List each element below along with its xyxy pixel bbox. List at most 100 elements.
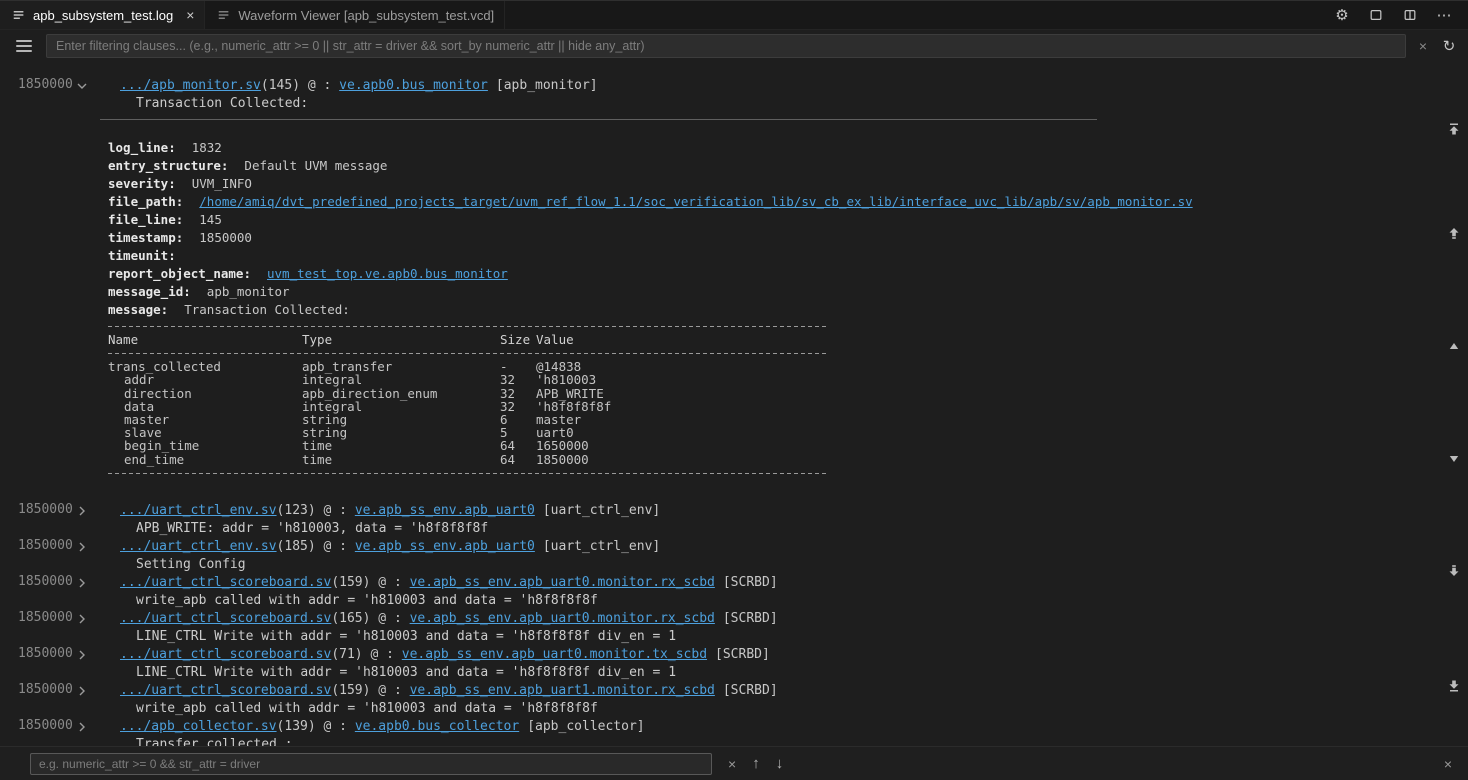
chevron-right-icon[interactable] — [76, 541, 88, 553]
detail-field: timeunit: — [108, 247, 1118, 265]
file-link[interactable]: .../apb_monitor.sv — [120, 78, 261, 93]
split-editor-icon[interactable] — [1402, 7, 1418, 23]
chevron-right-icon[interactable] — [76, 721, 88, 733]
entry-message: APB_WRITE: addr = 'h810003, data = 'h8f8… — [120, 520, 1468, 538]
log-entry: 1850000 .../uart_ctrl_scoreboard.sv(71) … — [0, 646, 1468, 682]
chevron-right-icon[interactable] — [76, 613, 88, 625]
nav-last-icon[interactable] — [1446, 678, 1462, 694]
log-content: 1850000 .../apb_monitor.sv(145) @ : ve.a… — [0, 63, 1468, 746]
find-close-icon[interactable]: × — [1444, 756, 1452, 772]
file-link[interactable]: .../uart_ctrl_scoreboard.sv — [120, 647, 331, 662]
report-object-name-link[interactable]: uvm_test_top.ve.apb0.bus_monitor — [267, 266, 508, 281]
detail-field: severity:UVM_INFO — [108, 175, 1118, 193]
report-object-link[interactable]: ve.apb_ss_env.apb_uart0.monitor.tx_scbd — [402, 647, 707, 662]
scroll-down-icon[interactable] — [1446, 451, 1462, 467]
tab-log-file[interactable]: apb_subsystem_test.log × — [0, 1, 205, 29]
report-object-link[interactable]: ve.apb_ss_env.apb_uart1.monitor.rx_scbd — [410, 683, 715, 698]
layout-icon[interactable] — [1368, 7, 1384, 23]
table-row: dataintegral32'h8f8f8f8f — [108, 400, 1118, 413]
file-link[interactable]: .../uart_ctrl_env.sv — [120, 503, 277, 518]
entry-timestamp: 1850000 — [18, 502, 73, 517]
log-entry: 1850000 .../uart_ctrl_env.sv(123) @ : ve… — [0, 502, 1468, 538]
file-line-ref: (145) — [261, 78, 300, 93]
table-header-row: Name Type Size Value — [108, 333, 1118, 346]
entry-message: LINE_CTRL Write with addr = 'h810003 and… — [120, 664, 1468, 682]
filter-clear-icon[interactable]: × — [1410, 38, 1436, 54]
tab-close-icon[interactable]: × — [186, 8, 194, 22]
tab-label: Waveform Viewer [apb_subsystem_test.vcd] — [238, 8, 494, 23]
chevron-right-icon[interactable] — [76, 649, 88, 661]
entry-meta: 1850000 — [0, 77, 120, 95]
report-object-link[interactable]: ve.apb_ss_env.apb_uart0 — [355, 503, 535, 518]
entry-timestamp: 1850000 — [18, 574, 73, 589]
file-link[interactable]: .../apb_collector.sv — [120, 719, 277, 734]
table-row: begin_timetime641650000 — [108, 439, 1118, 452]
entry-message: Transaction Collected: — [120, 95, 1468, 113]
chevron-right-icon[interactable] — [76, 577, 88, 589]
log-entry: 1850000 .../uart_ctrl_scoreboard.sv(159)… — [0, 682, 1468, 718]
log-entry: 1850000 .../uart_ctrl_env.sv(185) @ : ve… — [0, 538, 1468, 574]
filter-menu-icon[interactable] — [16, 40, 32, 52]
editor-actions: ⚙ ⋯ — [1334, 1, 1468, 29]
table-dashed-separator — [108, 473, 826, 474]
table-row: end_timetime641850000 — [108, 453, 1118, 466]
filter-input[interactable] — [46, 34, 1406, 58]
detail-field: file_path:/home/amiq/dvt_predefined_proj… — [108, 193, 1118, 211]
detail-field: message_id:apb_monitor — [108, 283, 1118, 301]
table-dashed-separator — [108, 326, 826, 327]
entry-timestamp: 1850000 — [18, 610, 73, 625]
tab-waveform-viewer[interactable]: Waveform Viewer [apb_subsystem_test.vcd] — [205, 1, 505, 29]
entry-details-panel: log_line:1832 entry_structure:Default UV… — [108, 119, 1118, 474]
find-input[interactable] — [30, 753, 712, 775]
find-next-icon[interactable]: ↓ — [776, 755, 784, 772]
chevron-right-icon[interactable] — [76, 505, 88, 517]
entry-message: Transfer collected : — [120, 736, 1468, 746]
scroll-up-icon[interactable] — [1446, 338, 1462, 354]
entry-message: write_apb called with addr = 'h810003 an… — [120, 700, 1468, 718]
file-link[interactable]: .../uart_ctrl_scoreboard.sv — [120, 575, 331, 590]
detail-field: timestamp:1850000 — [108, 229, 1118, 247]
chevron-down-icon[interactable] — [76, 80, 88, 92]
file-link[interactable]: .../uart_ctrl_scoreboard.sv — [120, 611, 331, 626]
report-object-link[interactable]: ve.apb_ss_env.apb_uart0.monitor.rx_scbd — [410, 575, 715, 590]
report-object-link[interactable]: ve.apb_ss_env.apb_uart0 — [355, 539, 535, 554]
tab-label: apb_subsystem_test.log — [33, 8, 173, 23]
report-object-link[interactable]: ve.apb0.bus_collector — [355, 719, 519, 734]
entry-timestamp: 1850000 — [18, 77, 73, 92]
table-row: trans_collectedapb_transfer-@14838 — [108, 360, 1118, 373]
log-entry: 1850000 .../apb_collector.sv(139) @ : ve… — [0, 718, 1468, 746]
table-row: addrintegral32'h810003 — [108, 373, 1118, 386]
message-id-tag: [apb_monitor] — [496, 78, 598, 93]
entry-timestamp: 1850000 — [18, 538, 73, 553]
file-link[interactable]: .../uart_ctrl_scoreboard.sv — [120, 683, 331, 698]
nav-prev-icon[interactable] — [1446, 225, 1462, 241]
log-entry: 1850000 .../uart_ctrl_scoreboard.sv(159)… — [0, 574, 1468, 610]
nav-next-icon[interactable] — [1446, 563, 1462, 579]
waveform-file-icon — [217, 8, 231, 22]
log-file-icon — [12, 8, 26, 22]
table-row: masterstring6master — [108, 413, 1118, 426]
report-object-link[interactable]: ve.apb_ss_env.apb_uart0.monitor.rx_scbd — [410, 611, 715, 626]
find-clear-icon[interactable]: × — [728, 756, 736, 772]
file-path-link[interactable]: /home/amiq/dvt_predefined_projects_targe… — [199, 194, 1192, 209]
more-actions-icon[interactable]: ⋯ — [1436, 7, 1452, 23]
report-object-link[interactable]: ve.apb0.bus_monitor — [339, 78, 488, 93]
chevron-right-icon[interactable] — [76, 685, 88, 697]
entry-timestamp: 1850000 — [18, 718, 73, 733]
filter-bar: × ↻ — [0, 30, 1468, 62]
tab-bar: apb_subsystem_test.log × Waveform Viewer… — [0, 0, 1468, 30]
detail-field: log_line:1832 — [108, 139, 1118, 157]
refresh-icon[interactable]: ↻ — [1436, 37, 1462, 55]
settings-gear-icon[interactable]: ⚙ — [1334, 7, 1350, 23]
entry-message: write_apb called with addr = 'h810003 an… — [120, 592, 1468, 610]
table-row: slavestring5uart0 — [108, 426, 1118, 439]
detail-field: entry_structure:Default UVM message — [108, 157, 1118, 175]
entry-message: Setting Config — [120, 556, 1468, 574]
file-link[interactable]: .../uart_ctrl_env.sv — [120, 539, 277, 554]
find-bar: × ↑ ↓ × — [0, 746, 1468, 780]
log-entry: 1850000 .../uart_ctrl_scoreboard.sv(165)… — [0, 610, 1468, 646]
find-previous-icon[interactable]: ↑ — [752, 755, 760, 772]
nav-first-icon[interactable] — [1446, 121, 1462, 137]
table-dashed-separator — [108, 353, 826, 354]
log-entry: 1850000 .../apb_monitor.sv(145) @ : ve.a… — [0, 77, 1468, 113]
